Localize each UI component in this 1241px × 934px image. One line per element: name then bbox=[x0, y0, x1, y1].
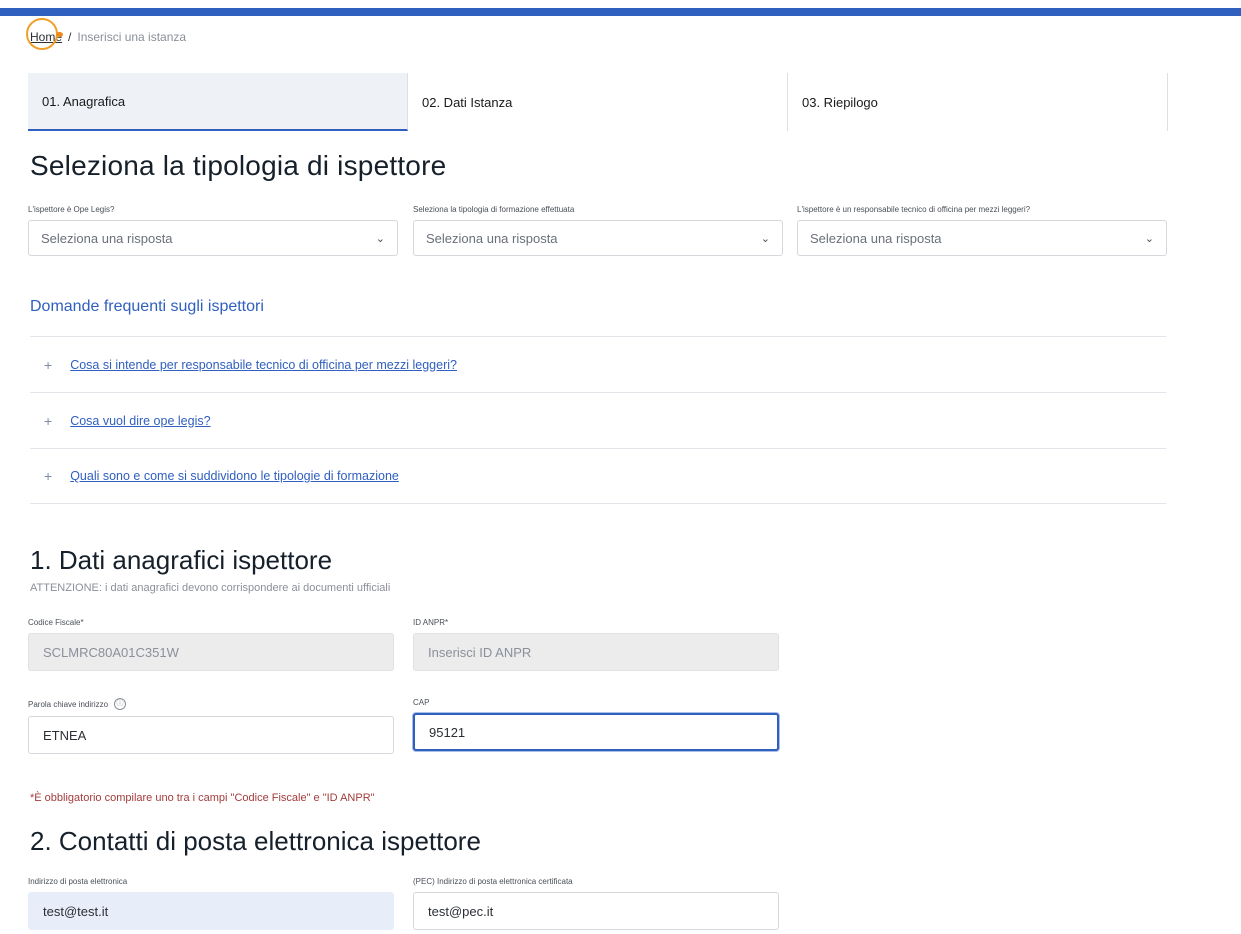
parola-chiave-field[interactable]: ETNEA bbox=[28, 716, 394, 754]
field-value: 95121 bbox=[429, 724, 466, 740]
email-label: Indirizzo di posta elettronica bbox=[28, 877, 128, 886]
responsabile-tecnico-select[interactable]: Seleziona una risposta ⌄ bbox=[797, 220, 1167, 256]
parola-chiave-label-text: Parola chiave indirizzo bbox=[28, 699, 109, 709]
breadcrumb-current: Inserisci una istanza bbox=[77, 30, 187, 44]
parola-chiave-label: Parola chiave indirizzo ⓘ bbox=[28, 698, 394, 710]
faq-accordion: + Cosa si intende per responsabile tecni… bbox=[30, 336, 1166, 504]
step-label: 03. Riepilogo bbox=[802, 94, 878, 110]
faq-item-ope-legis[interactable]: + Cosa vuol dire ope legis? bbox=[30, 392, 1166, 448]
email-group: Indirizzo di posta elettronica test@test… bbox=[28, 877, 394, 930]
ope-legis-label: L'ispettore è Ope Legis? bbox=[28, 205, 115, 214]
faq-link[interactable]: Cosa si intende per responsabile tecnico… bbox=[70, 358, 457, 372]
formazione-select[interactable]: Seleziona una risposta ⌄ bbox=[413, 220, 783, 256]
field-placeholder: Inserisci ID ANPR bbox=[428, 644, 532, 660]
formazione-select-group: Seleziona la tipologia di formazione eff… bbox=[413, 205, 783, 256]
plus-icon: + bbox=[44, 356, 53, 373]
mandatory-note: *È obbligatorio compilare uno tra i camp… bbox=[30, 792, 375, 804]
breadcrumb-separator: / bbox=[68, 30, 72, 44]
email-field[interactable]: test@test.it bbox=[28, 892, 394, 930]
cap-group: CAP 95121 bbox=[413, 698, 779, 751]
field-value: SCLMRC80A01C351W bbox=[43, 644, 179, 660]
codice-fiscale-label: Codice Fiscale* bbox=[28, 618, 84, 627]
stepper: 01. Anagrafica 02. Dati Istanza 03. Riep… bbox=[28, 73, 1168, 131]
select-value: Seleziona una risposta bbox=[41, 230, 173, 246]
ope-legis-select-group: L'ispettore è Ope Legis? Seleziona una r… bbox=[28, 205, 398, 256]
plus-icon: + bbox=[44, 412, 53, 429]
step-label: 01. Anagrafica bbox=[42, 93, 126, 109]
step-anagrafica[interactable]: 01. Anagrafica bbox=[28, 73, 408, 131]
step-label: 02. Dati Istanza bbox=[422, 94, 513, 110]
faq-link[interactable]: Quali sono e come si suddividono le tipo… bbox=[70, 469, 399, 483]
chevron-down-icon: ⌄ bbox=[1144, 232, 1154, 245]
id-anpr-label: ID ANPR* bbox=[413, 618, 449, 627]
cap-label: CAP bbox=[413, 698, 430, 707]
cursor-highlight-ring bbox=[26, 18, 58, 50]
contatti-title: 2. Contatti di posta elettronica ispetto… bbox=[30, 826, 481, 856]
breadcrumb: Home / Inserisci una istanza bbox=[26, 18, 187, 50]
pec-field[interactable]: test@pec.it bbox=[413, 892, 779, 930]
faq-item-tipologie-formazione[interactable]: + Quali sono e come si suddividono le ti… bbox=[30, 448, 1166, 504]
top-accent-bar bbox=[0, 8, 1241, 16]
codice-fiscale-group: Codice Fiscale* SCLMRC80A01C351W bbox=[28, 618, 394, 671]
dati-anagrafici-title: 1. Dati anagrafici ispettore bbox=[30, 545, 333, 575]
field-value: ETNEA bbox=[43, 727, 87, 743]
step-dati-istanza[interactable]: 02. Dati Istanza bbox=[408, 73, 788, 131]
ope-legis-select[interactable]: Seleziona una risposta ⌄ bbox=[28, 220, 398, 256]
chevron-down-icon: ⌄ bbox=[375, 232, 385, 245]
responsabile-tecnico-label: L'ispettore è un responsabile tecnico di… bbox=[797, 205, 1031, 214]
mouse-cursor-icon bbox=[56, 32, 63, 37]
codice-fiscale-field[interactable]: SCLMRC80A01C351W bbox=[28, 633, 394, 671]
select-value: Seleziona una risposta bbox=[810, 230, 942, 246]
info-icon[interactable]: ⓘ bbox=[114, 698, 127, 710]
faq-item-responsabile-tecnico[interactable]: + Cosa si intende per responsabile tecni… bbox=[30, 336, 1166, 392]
pec-label: (PEC) Indirizzo di posta elettronica cer… bbox=[413, 877, 573, 886]
faq-link[interactable]: Cosa vuol dire ope legis? bbox=[70, 414, 210, 428]
plus-icon: + bbox=[44, 468, 53, 484]
id-anpr-group: ID ANPR* Inserisci ID ANPR bbox=[413, 618, 779, 671]
step-riepilogo[interactable]: 03. Riepilogo bbox=[788, 73, 1168, 131]
select-value: Seleziona una risposta bbox=[426, 230, 558, 246]
formazione-label: Seleziona la tipologia di formazione eff… bbox=[413, 205, 575, 214]
pec-group: (PEC) Indirizzo di posta elettronica cer… bbox=[413, 877, 779, 930]
field-value: test@test.it bbox=[43, 903, 109, 919]
parola-chiave-group: Parola chiave indirizzo ⓘ ETNEA bbox=[28, 698, 394, 754]
chevron-down-icon: ⌄ bbox=[760, 232, 770, 245]
responsabile-tecnico-select-group: L'ispettore è un responsabile tecnico di… bbox=[797, 205, 1167, 256]
tipologia-title: Seleziona la tipologia di ispettore bbox=[30, 150, 447, 181]
cap-field[interactable]: 95121 bbox=[413, 713, 779, 751]
faq-title: Domande frequenti sugli ispettori bbox=[30, 298, 264, 315]
field-value: test@pec.it bbox=[428, 903, 494, 919]
id-anpr-field[interactable]: Inserisci ID ANPR bbox=[413, 633, 779, 671]
dati-anagrafici-warning: ATTENZIONE: i dati anagrafici devono cor… bbox=[30, 582, 391, 594]
